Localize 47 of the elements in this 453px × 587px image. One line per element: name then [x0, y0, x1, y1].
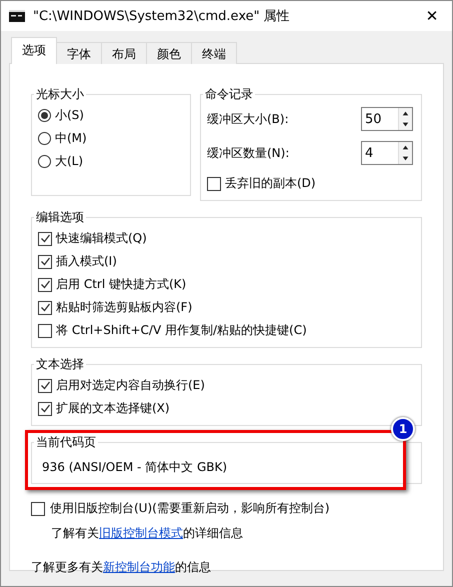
group-title: 光标大小 [35, 86, 85, 103]
checkbox-label: 使用旧版控制台(U)(需要重新启动，影响所有控制台) [50, 500, 330, 517]
link[interactable]: 旧版控制台模式 [99, 526, 183, 540]
checkbox-label: 丢弃旧的副本(D) [225, 175, 316, 192]
checkbox-label: 扩展的文本选择键(X) [56, 400, 170, 417]
checkbox[interactable] [207, 176, 221, 190]
checkbox[interactable] [38, 378, 52, 392]
tab[interactable]: 颜色 [146, 42, 192, 64]
checkbox[interactable] [38, 254, 52, 268]
code-page-value: 936 (ANSI/OEM - 简体中文 GBK) [41, 459, 228, 476]
checkbox[interactable] [38, 402, 52, 416]
tab[interactable]: 终端 [191, 42, 237, 64]
group-title: 当前代码页 [35, 434, 97, 451]
window-title: "C:\WINDOWS\System32\cmd.exe" 属性 [33, 8, 291, 25]
radio-button[interactable] [38, 155, 51, 168]
checkbox[interactable] [38, 278, 52, 292]
tab[interactable]: 字体 [56, 42, 102, 64]
number-spinner[interactable]: 50 [361, 107, 413, 131]
tab[interactable]: 选项 [11, 37, 57, 64]
checkbox[interactable] [31, 502, 45, 516]
checkbox-label: 插入模式(I) [56, 253, 117, 270]
checkbox-label: 将 Ctrl+Shift+C/V 用作复制/粘贴的快捷键(C) [56, 322, 307, 339]
info-text: 了解更多有关新控制台功能的信息 [31, 559, 212, 576]
link[interactable]: 新控制台功能 [103, 560, 175, 574]
checkbox[interactable] [38, 300, 52, 314]
checkbox[interactable] [38, 324, 52, 338]
radio-button[interactable] [38, 109, 51, 122]
radio-label: 大(L) [55, 153, 84, 170]
checkbox[interactable] [38, 232, 52, 246]
spinner-label: 缓冲区大小(B): [207, 110, 289, 128]
radio-button[interactable] [38, 132, 51, 145]
checkbox-label: 粘贴时筛选剪贴板内容(F) [56, 299, 192, 316]
info-text: 了解有关旧版控制台模式的详细信息 [50, 525, 244, 542]
group-title: 文本选择 [35, 356, 85, 373]
radio-label: 中(M) [55, 130, 87, 147]
step-badge: 1 [391, 417, 415, 441]
radio-label: 小(S) [55, 107, 84, 124]
console-icon [9, 10, 25, 22]
close-button[interactable]: ✕ [412, 7, 452, 25]
group-title: 编辑选项 [35, 209, 85, 226]
spinner-label: 缓冲区数量(N): [207, 144, 290, 162]
checkbox-label: 快速编辑模式(Q) [56, 230, 147, 247]
checkbox-label: 启用 Ctrl 键快捷方式(K) [56, 276, 186, 293]
tab[interactable]: 布局 [101, 42, 147, 64]
checkbox-label: 启用对选定内容自动换行(E) [56, 377, 205, 394]
number-spinner[interactable]: 4 [361, 141, 413, 165]
group-title: 命令记录 [204, 86, 254, 103]
